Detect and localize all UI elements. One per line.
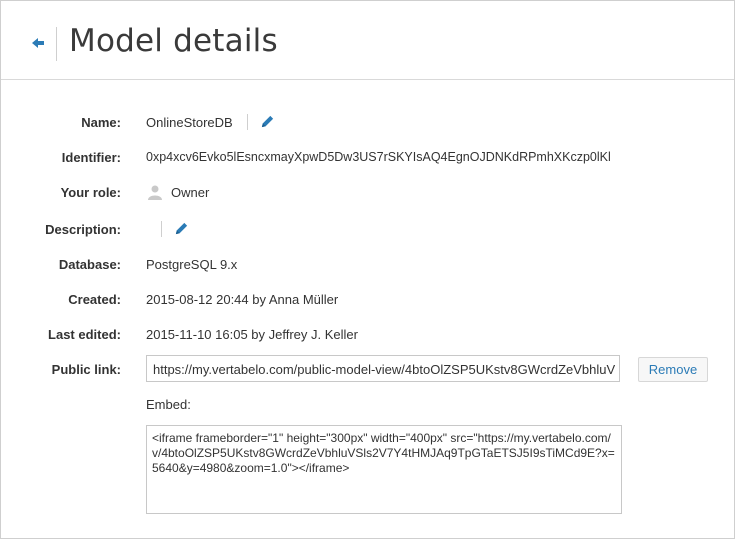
role-label: Your role: <box>60 185 121 200</box>
role-value: Owner <box>171 185 210 200</box>
name-label: Name: <box>81 115 121 130</box>
back-arrow-icon[interactable] <box>31 35 47 51</box>
created-label: Created: <box>68 292 121 307</box>
last-edited-value: 2015-11-10 16:05 by Jeffrey J. Keller <box>146 327 358 342</box>
edit-name-pencil-icon[interactable] <box>260 114 275 129</box>
page-title: Model details <box>69 23 278 59</box>
model-details-panel: Model details Name: OnlineStoreDB Identi… <box>0 0 735 539</box>
description-divider <box>161 221 162 237</box>
name-divider <box>247 114 248 130</box>
page-header: Model details <box>1 1 734 80</box>
public-link-label: Public link: <box>51 362 121 377</box>
header-divider <box>56 27 57 61</box>
last-edited-label: Last edited: <box>48 327 121 342</box>
description-label: Description: <box>45 222 121 237</box>
user-icon <box>148 185 162 200</box>
identifier-value: 0xp4xcv6Evko5lEsncxmayXpwD5Dw3US7rSKYIsA… <box>146 150 611 164</box>
public-link-field[interactable]: https://my.vertabelo.com/public-model-vi… <box>146 355 620 382</box>
created-value: 2015-08-12 20:44 by Anna Müller <box>146 292 339 307</box>
name-value: OnlineStoreDB <box>146 115 233 130</box>
remove-link-button[interactable]: Remove <box>638 357 708 382</box>
embed-label: Embed: <box>146 397 191 412</box>
identifier-label: Identifier: <box>61 150 121 165</box>
embed-code-textarea[interactable]: <iframe frameborder="1" height="300px" w… <box>146 425 622 514</box>
database-value: PostgreSQL 9.x <box>146 257 238 272</box>
database-label: Database: <box>58 257 121 272</box>
edit-description-pencil-icon[interactable] <box>174 221 189 236</box>
